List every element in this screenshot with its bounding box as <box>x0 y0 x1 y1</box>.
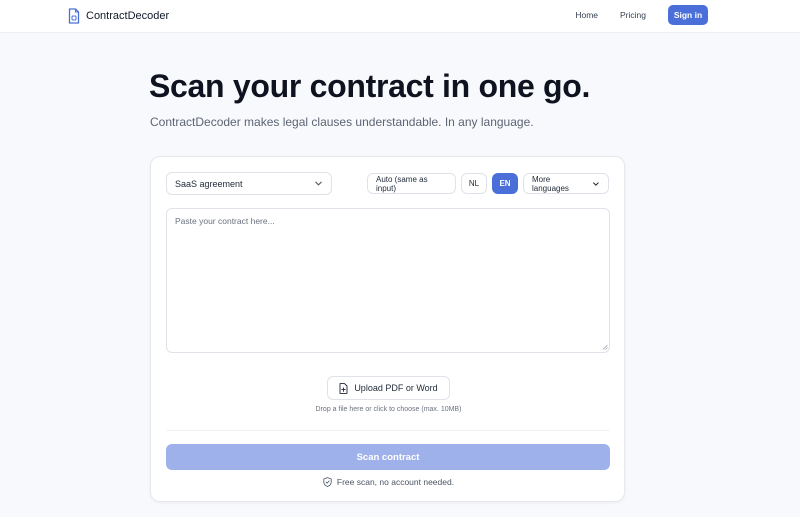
contract-textarea[interactable] <box>166 208 610 353</box>
page-title: Scan your contract in one go. <box>149 68 591 104</box>
scan-form-card: SaaS agreement Auto (same as input) NL E… <box>150 156 625 502</box>
more-languages-label: More languages <box>532 174 569 193</box>
contract-type-select[interactable]: SaaS agreement <box>166 172 332 195</box>
contract-type-value: SaaS agreement <box>175 178 243 189</box>
upload-label: Upload PDF or Word <box>354 383 438 393</box>
more-languages-button[interactable]: More languages <box>523 173 609 194</box>
nav-home-link[interactable]: Home <box>575 10 598 20</box>
sign-in-button[interactable]: Sign in <box>668 5 708 25</box>
chevron-down-icon <box>315 181 322 186</box>
output-language-group: Auto (same as input) NL EN More language… <box>367 173 609 194</box>
upload-dropzone-hint[interactable]: Drop a file here or click to choose (max… <box>151 406 626 413</box>
resize-handle-icon[interactable] <box>602 344 608 350</box>
divider <box>166 430 610 431</box>
free-scan-text: Free scan, no account needed. <box>336 477 455 487</box>
page-subtitle: ContractDecoder makes legal clauses unde… <box>150 115 534 129</box>
upload-file-button[interactable]: Upload PDF or Word <box>327 376 450 400</box>
main-nav: Home Pricing Sign in <box>575 5 708 25</box>
document-icon <box>68 8 80 24</box>
chevron-down-icon <box>593 181 599 186</box>
language-en-button[interactable]: EN <box>492 173 518 194</box>
language-nl-button[interactable]: NL <box>461 173 487 194</box>
language-auto-button[interactable]: Auto (same as input) <box>367 173 456 194</box>
free-scan-note: Free scan, no account needed. <box>151 477 626 487</box>
scan-contract-button[interactable]: Scan contract <box>166 444 610 470</box>
brand-logo[interactable]: ContractDecoder <box>68 8 169 24</box>
brand-name: ContractDecoder <box>86 10 170 22</box>
file-plus-icon <box>339 382 348 394</box>
top-navbar: ContractDecoder Home Pricing Sign in <box>0 0 800 33</box>
nav-pricing-link[interactable]: Pricing <box>620 10 646 20</box>
shield-check-icon <box>323 477 332 487</box>
